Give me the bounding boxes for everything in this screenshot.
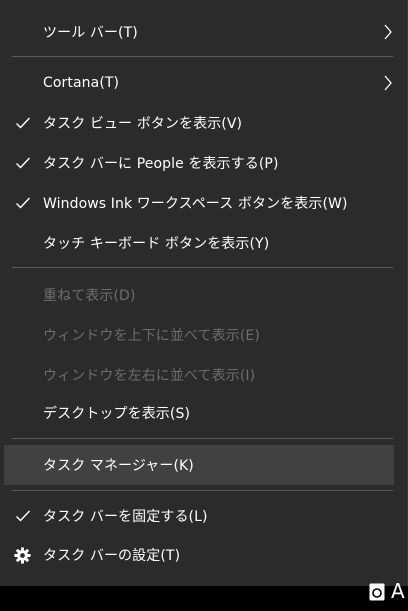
menu-item-task-manager[interactable]: タスク マネージャー(K) (4, 445, 394, 485)
checkmark-icon (16, 510, 31, 522)
menu-item-label: ツール バー(T) (43, 25, 138, 41)
gear-icon (14, 547, 31, 564)
tray-input-indicator[interactable]: A (391, 579, 405, 603)
chevron-right-icon (384, 75, 392, 91)
menu-separator (12, 56, 393, 57)
menu-item-cascade-windows: 重ねて表示(D) (0, 275, 405, 315)
menu-item-taskbar-settings[interactable]: タスク バーの設定(T) (0, 535, 405, 575)
menu-item-lock-taskbar[interactable]: タスク バーを固定する(L) (0, 496, 405, 536)
checkmark-icon (16, 197, 31, 209)
menu-item-show-windows-ink-button[interactable]: Windows Ink ワークスペース ボタンを表示(W) (0, 183, 405, 223)
menu-item-label: ウィンドウを左右に並べて表示(I) (43, 368, 256, 384)
menu-item-label: タスク マネージャー(K) (43, 458, 194, 474)
menu-item-label: タスク バーの設定(T) (43, 548, 181, 564)
menu-item-label: Cortana(T) (43, 75, 120, 91)
checkmark-icon (16, 117, 31, 129)
menu-item-label: タッチ キーボード ボタンを表示(Y) (43, 236, 270, 252)
menu-separator (12, 438, 393, 439)
menu-item-label: タスク バーに People を表示する(P) (43, 156, 279, 172)
chevron-right-icon (384, 24, 392, 40)
menu-item-label: ウィンドウを上下に並べて表示(E) (43, 328, 260, 344)
menu-item-toolbars[interactable]: ツール バー(T) (0, 12, 405, 52)
menu-item-show-task-view-button[interactable]: タスク ビュー ボタンを表示(V) (0, 103, 405, 143)
menu-separator (12, 267, 393, 268)
menu-item-label: タスク バーを固定する(L) (43, 509, 208, 525)
taskbar (0, 586, 408, 611)
taskbar-context-menu: ツール バー(T) Cortana(T) タスク ビュー ボタンを表示(V) タ… (0, 0, 408, 586)
menu-item-label: 重ねて表示(D) (43, 288, 136, 304)
menu-separator (12, 490, 393, 491)
menu-item-cortana[interactable]: Cortana(T) (0, 63, 405, 103)
menu-item-label: Windows Ink ワークスペース ボタンを表示(W) (43, 196, 348, 212)
menu-item-stack-windows: ウィンドウを上下に並べて表示(E) (0, 315, 405, 355)
menu-item-show-desktop[interactable]: デスクトップを表示(S) (0, 393, 405, 433)
checkmark-icon (16, 157, 31, 169)
menu-item-label: タスク ビュー ボタンを表示(V) (43, 116, 243, 132)
menu-item-show-people[interactable]: タスク バーに People を表示する(P) (0, 143, 405, 183)
menu-item-show-touch-keyboard-button[interactable]: タッチ キーボード ボタンを表示(Y) (0, 223, 405, 263)
tray-app-icon[interactable] (369, 583, 385, 601)
menu-item-side-by-side-windows: ウィンドウを左右に並べて表示(I) (0, 355, 405, 395)
menu-item-label: デスクトップを表示(S) (43, 406, 191, 422)
